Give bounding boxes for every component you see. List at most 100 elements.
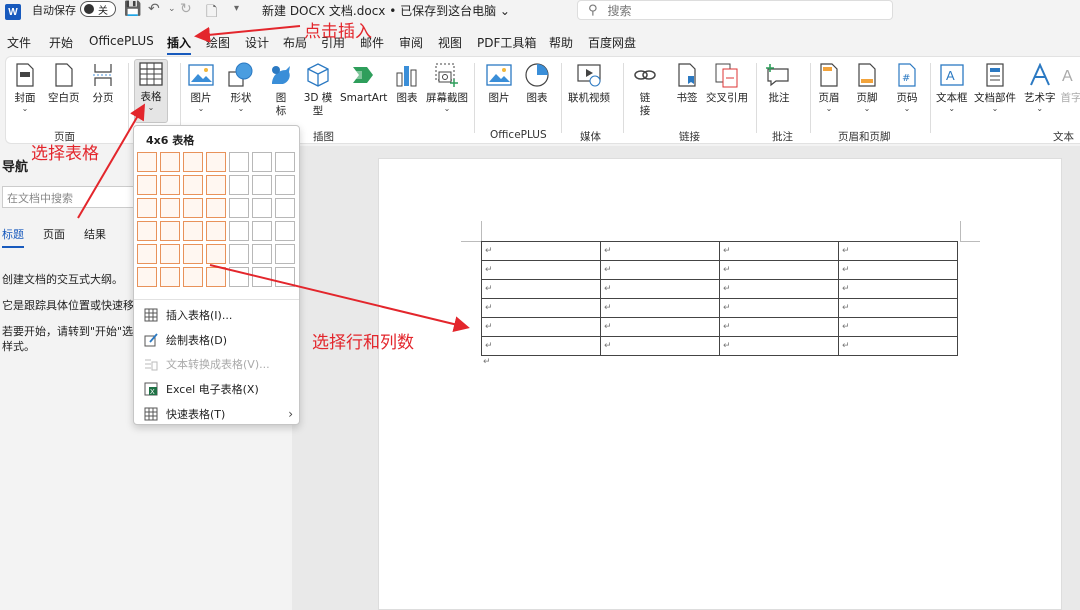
redo-icon[interactable]: ↻ (180, 1, 192, 17)
tab-design[interactable]: 设计 (245, 34, 269, 51)
grid-cell[interactable] (229, 198, 249, 218)
header-button[interactable]: 页眉 ⌄ (816, 61, 842, 113)
table-cell[interactable]: ↵ (719, 279, 839, 299)
nav-search-input[interactable]: 在文档中搜索 (2, 186, 134, 208)
table-cell[interactable]: ↵ (600, 260, 720, 280)
shapes-button[interactable]: 形状 ⌄ (228, 61, 254, 113)
tab-officeplus[interactable]: OfficePLUS (89, 34, 154, 48)
table-cell[interactable]: ↵ (481, 279, 601, 299)
tab-file[interactable]: 文件 (7, 34, 31, 51)
grid-cell[interactable] (229, 221, 249, 241)
table-cell[interactable]: ↵ (719, 260, 839, 280)
table-cell[interactable]: ↵ (481, 241, 601, 261)
tab-pdf-tools[interactable]: PDF工具箱 (477, 34, 536, 51)
nav-tab-pages[interactable]: 页面 (43, 226, 65, 242)
search-box[interactable]: ⚲ 搜索 (577, 0, 893, 20)
insert-table-item[interactable]: 插入表格(I)... (144, 307, 299, 323)
grid-cell[interactable] (160, 244, 180, 264)
grid-cell[interactable] (183, 198, 203, 218)
grid-cell[interactable] (206, 267, 226, 287)
document-area[interactable]: ↵ ↵ ↵ ↵ ↵ ↵ ↵ ↵ ↵ ↵ ↵ ↵ ↵ ↵ ↵ ↵ ↵ ↵ ↵ ↵ ↵ ↵ ↵ ↵ ↵ (292, 146, 1080, 610)
dropcap-button[interactable]: A 首字 (1058, 61, 1080, 105)
tab-home[interactable]: 开始 (49, 34, 73, 51)
wordart-button[interactable]: 艺术字 ⌄ (1024, 61, 1056, 113)
grid-cell[interactable] (206, 221, 226, 241)
grid-cell[interactable] (252, 175, 272, 195)
document-title[interactable]: 新建 DOCX 文档.docx • 已保存到这台电脑 ⌄ (262, 2, 510, 19)
footer-button[interactable]: 页脚 ⌄ (854, 61, 880, 113)
online-video-button[interactable]: 联机视频 (568, 61, 610, 105)
grid-cell[interactable] (137, 175, 157, 195)
grid-cell[interactable] (206, 152, 226, 172)
grid-cell[interactable] (137, 152, 157, 172)
grid-cell[interactable] (229, 244, 249, 264)
customize-qat-icon[interactable]: ▾ (234, 3, 239, 14)
grid-cell[interactable] (252, 221, 272, 241)
table-cell[interactable]: ↵ (719, 241, 839, 261)
grid-cell[interactable] (160, 221, 180, 241)
nav-tab-headings[interactable]: 标题 (2, 226, 24, 248)
table-button[interactable]: 表格 ⌄ (134, 59, 168, 123)
cover-button[interactable]: 封面 ⌄ (12, 61, 38, 113)
table-cell[interactable]: ↵ (600, 241, 720, 261)
grid-cell[interactable] (275, 267, 295, 287)
grid-cell[interactable] (275, 175, 295, 195)
autosave-toggle[interactable]: 关 (80, 1, 116, 17)
grid-cell[interactable] (252, 198, 272, 218)
grid-cell[interactable] (206, 198, 226, 218)
tab-help[interactable]: 帮助 (549, 34, 573, 51)
grid-cell[interactable] (206, 175, 226, 195)
grid-cell[interactable] (183, 267, 203, 287)
excel-spreadsheet-item[interactable]: X Excel 电子表格(X) (144, 381, 299, 397)
page-number-button[interactable]: # 页码 ⌄ (894, 61, 920, 113)
icons-button[interactable]: 图标 (268, 61, 294, 118)
table-cell[interactable]: ↵ (719, 298, 839, 318)
grid-cell[interactable] (206, 244, 226, 264)
grid-cell[interactable] (137, 221, 157, 241)
3d-model-button[interactable]: 3D 模型 (302, 61, 334, 118)
comment-button[interactable]: 批注 (766, 61, 792, 105)
draw-table-item[interactable]: 绘制表格(D) (144, 332, 299, 348)
undo-dropdown-icon[interactable]: ⌄ (168, 4, 176, 14)
oplus-chart-button[interactable]: 图表 (524, 61, 550, 105)
table-cell[interactable]: ↵ (838, 336, 958, 356)
inserted-table[interactable]: ↵ ↵ ↵ ↵ ↵ ↵ ↵ ↵ ↵ ↵ ↵ ↵ ↵ ↵ ↵ ↵ ↵ ↵ ↵ ↵ ↵ ↵ ↵ ↵ (481, 241, 958, 356)
screenshot-button[interactable]: 屏幕截图 ⌄ (426, 61, 468, 113)
table-cell[interactable]: ↵ (719, 317, 839, 337)
grid-cell[interactable] (275, 198, 295, 218)
textbox-button[interactable]: A 文本框 ⌄ (936, 61, 968, 113)
grid-cell[interactable] (137, 267, 157, 287)
cross-reference-button[interactable]: 交叉引用 (706, 61, 748, 105)
grid-cell[interactable] (183, 244, 203, 264)
grid-cell[interactable] (229, 152, 249, 172)
tab-review[interactable]: 审阅 (399, 34, 423, 51)
smartart-button[interactable]: SmartArt (340, 61, 387, 105)
table-cell[interactable]: ↵ (838, 260, 958, 280)
table-cell[interactable]: ↵ (481, 336, 601, 356)
grid-cell[interactable] (275, 152, 295, 172)
grid-cell[interactable] (275, 244, 295, 264)
link-button[interactable]: 链接 (632, 61, 658, 118)
grid-cell[interactable] (183, 152, 203, 172)
save-icon[interactable]: 💾 (124, 1, 141, 17)
grid-cell[interactable] (275, 221, 295, 241)
picture-button[interactable]: 图片 ⌄ (188, 61, 214, 113)
chart-button[interactable]: 图表 (394, 61, 420, 105)
bookmark-button[interactable]: 书签 (674, 61, 700, 105)
grid-cell[interactable] (137, 244, 157, 264)
grid-cell[interactable] (252, 152, 272, 172)
quick-tables-item[interactable]: 快速表格(T) › (144, 406, 299, 422)
oplus-picture-button[interactable]: 图片 (486, 61, 512, 105)
table-cell[interactable]: ↵ (838, 241, 958, 261)
table-cell[interactable]: ↵ (600, 298, 720, 318)
tab-view[interactable]: 视图 (438, 34, 462, 51)
tab-baidu-netdisk[interactable]: 百度网盘 (588, 34, 636, 51)
grid-cell[interactable] (252, 267, 272, 287)
blank-page-button[interactable]: 空白页 (48, 61, 80, 105)
tab-insert[interactable]: 插入 (167, 34, 192, 55)
table-cell[interactable]: ↵ (481, 260, 601, 280)
tab-draw[interactable]: 绘图 (206, 34, 230, 51)
grid-cell[interactable] (160, 267, 180, 287)
grid-cell[interactable] (183, 221, 203, 241)
table-cell[interactable]: ↵ (838, 317, 958, 337)
